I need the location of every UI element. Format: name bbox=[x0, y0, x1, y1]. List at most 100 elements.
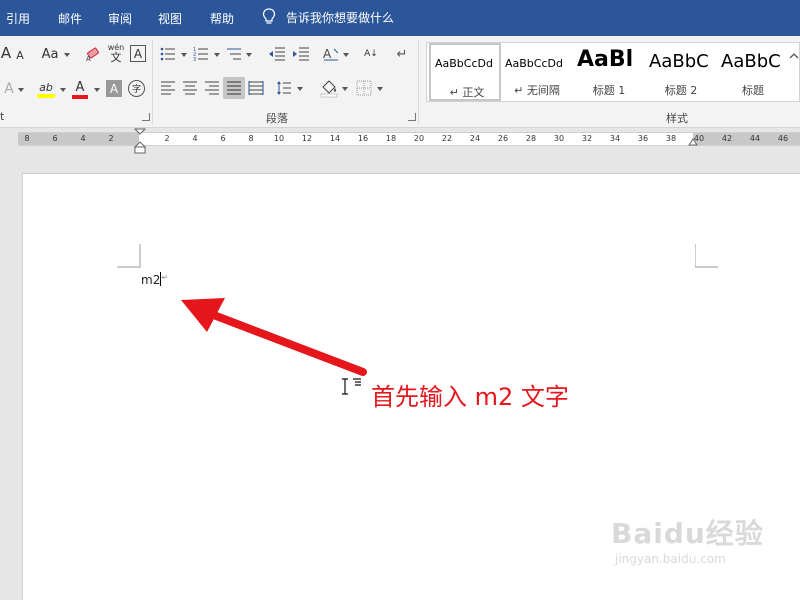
ruler-number: 6 bbox=[220, 134, 226, 143]
ruler-number: 6 bbox=[52, 134, 58, 143]
ruler-left-margin bbox=[18, 133, 139, 145]
multilevel-list-button[interactable] bbox=[226, 46, 242, 62]
style-heading-2[interactable]: AaBbC 标题 2 bbox=[645, 43, 717, 101]
line-spacing-dropdown-icon[interactable] bbox=[297, 87, 303, 91]
svg-text:A: A bbox=[323, 47, 332, 61]
character-shading-button[interactable]: A bbox=[106, 80, 122, 97]
ruler-number: 2 bbox=[164, 134, 170, 143]
ruler-number: 30 bbox=[553, 134, 565, 143]
red-arrow-icon bbox=[181, 298, 367, 376]
tab-mailings[interactable]: 邮件 bbox=[58, 10, 82, 27]
font-color-icon: A bbox=[75, 79, 85, 95]
chinese-layout-dropdown-icon[interactable] bbox=[343, 53, 349, 57]
grow-font-button[interactable]: A bbox=[0, 44, 12, 62]
ruler-number: 46 bbox=[777, 134, 789, 143]
font-color-dropdown-icon[interactable] bbox=[94, 88, 100, 92]
numbering-icon: 123 bbox=[193, 47, 208, 62]
chinese-layout-button[interactable]: A bbox=[322, 46, 340, 62]
align-right-button[interactable] bbox=[204, 80, 220, 96]
tab-review[interactable]: 审阅 bbox=[108, 10, 132, 27]
clear-formatting-button[interactable]: A bbox=[84, 45, 102, 63]
ruler-number: 2 bbox=[108, 134, 114, 143]
tell-me-text: 告诉我你想要做什么 bbox=[286, 10, 395, 25]
bullets-dropdown-icon[interactable] bbox=[181, 53, 187, 57]
styles-gallery: AaBbCcDd ↵ 正文 AaBbCcDd ↵ 无间隔 AaBl 标题 1 A… bbox=[426, 42, 800, 102]
change-case-button[interactable]: Aa bbox=[38, 45, 62, 63]
typed-text: m2 bbox=[141, 273, 161, 287]
decrease-indent-icon bbox=[269, 47, 285, 61]
tab-help[interactable]: 帮助 bbox=[210, 10, 234, 27]
ruler-number: 38 bbox=[665, 134, 677, 143]
ruler-number: 4 bbox=[192, 134, 198, 143]
document-page[interactable]: m2↵ 首先输入 m2 文字 Baidu经验 jingyan.baidu.com bbox=[22, 173, 800, 600]
highlight-color-swatch bbox=[37, 93, 55, 98]
text-effects-dropdown-icon[interactable] bbox=[18, 88, 24, 92]
ruler-number: 24 bbox=[469, 134, 481, 143]
grow-font-icon: A bbox=[0, 44, 12, 62]
borders-dropdown-icon[interactable] bbox=[377, 87, 383, 91]
character-border-button[interactable]: A bbox=[130, 45, 146, 62]
style-no-spacing[interactable]: AaBbCcDd ↵ 无间隔 bbox=[501, 43, 573, 101]
decrease-indent-button[interactable] bbox=[268, 46, 286, 62]
justify-button[interactable] bbox=[223, 77, 245, 99]
sort-button[interactable]: A↓ bbox=[362, 44, 380, 64]
style-heading-2-sample: AaBbC bbox=[649, 51, 709, 72]
increase-indent-button[interactable] bbox=[292, 46, 310, 62]
ruler-number: 20 bbox=[413, 134, 425, 143]
highlight-dropdown-icon[interactable] bbox=[60, 88, 66, 92]
change-case-dropdown-icon[interactable] bbox=[64, 53, 70, 57]
ruler-number: 12 bbox=[301, 134, 313, 143]
document-body-text[interactable]: m2↵ bbox=[141, 272, 168, 287]
shading-dropdown-icon[interactable] bbox=[342, 87, 348, 91]
indent-marker-icon[interactable] bbox=[134, 128, 146, 154]
bullets-button[interactable] bbox=[160, 46, 176, 62]
text-effects-icon: A bbox=[4, 81, 14, 97]
ruler-number: 18 bbox=[385, 134, 397, 143]
paragraph-group-label: 段落 bbox=[266, 112, 288, 125]
text-effects-button[interactable]: A bbox=[2, 80, 16, 98]
font-dialog-launcher[interactable] bbox=[142, 113, 150, 121]
highlighter-icon: ab bbox=[39, 80, 53, 94]
style-title-sample: AaBbC bbox=[721, 51, 781, 72]
numbering-button[interactable]: 123 bbox=[193, 46, 209, 62]
multilevel-list-dropdown-icon[interactable] bbox=[246, 53, 252, 57]
numbering-dropdown-icon[interactable] bbox=[214, 53, 220, 57]
font-color-button[interactable]: A bbox=[70, 78, 90, 100]
gallery-scroll-up[interactable] bbox=[789, 51, 799, 61]
shrink-font-button[interactable]: A bbox=[14, 47, 26, 63]
pilcrow-icon: ↵ bbox=[396, 46, 408, 62]
line-spacing-button[interactable] bbox=[276, 80, 292, 96]
phonetic-guide-button[interactable]: wén 文 bbox=[106, 42, 126, 64]
ribbon-tab-bar: 引用 邮件 审阅 视图 帮助 告诉我你想要做什么 bbox=[0, 0, 800, 36]
style-heading-1[interactable]: AaBl 标题 1 bbox=[573, 43, 645, 101]
ruler-number: 44 bbox=[749, 134, 761, 143]
ruler-number: 8 bbox=[24, 134, 30, 143]
horizontal-ruler[interactable]: 8 6 4 2 2 4 6 8 10 12 14 16 18 20 22 24 … bbox=[0, 128, 800, 154]
tab-view[interactable]: 视图 bbox=[158, 10, 182, 27]
multilevel-list-icon bbox=[227, 48, 241, 60]
align-center-button[interactable] bbox=[182, 80, 198, 96]
show-hide-marks-button[interactable]: ↵ bbox=[394, 46, 410, 62]
style-normal[interactable]: AaBbCcDd ↵ 正文 bbox=[429, 43, 501, 101]
style-heading-1-name: 标题 1 bbox=[592, 84, 626, 97]
bullets-icon bbox=[160, 47, 175, 61]
right-indent-marker-icon[interactable] bbox=[688, 138, 698, 148]
borders-button[interactable] bbox=[356, 80, 372, 96]
paragraph-mark: ↵ bbox=[161, 273, 169, 282]
increase-indent-icon bbox=[293, 47, 309, 61]
style-title[interactable]: AaBbC 标题 bbox=[717, 43, 789, 101]
distributed-button[interactable] bbox=[248, 80, 264, 96]
character-border-icon: A bbox=[133, 46, 143, 61]
align-right-icon bbox=[205, 81, 219, 95]
styles-group-label: 样式 bbox=[666, 112, 688, 125]
shading-button[interactable] bbox=[320, 78, 338, 98]
align-left-button[interactable] bbox=[160, 80, 176, 96]
tell-me-search[interactable]: 告诉我你想要做什么 bbox=[262, 8, 394, 26]
annotation-text: 首先输入 m2 文字 bbox=[371, 383, 569, 411]
highlight-color-button[interactable]: ab bbox=[36, 78, 56, 100]
tab-references[interactable]: 引用 bbox=[6, 10, 30, 27]
enclose-characters-button[interactable]: 字 bbox=[128, 80, 145, 97]
ruler-number: 28 bbox=[525, 134, 537, 143]
paragraph-dialog-launcher[interactable] bbox=[408, 113, 416, 121]
ruler-number: 36 bbox=[637, 134, 649, 143]
